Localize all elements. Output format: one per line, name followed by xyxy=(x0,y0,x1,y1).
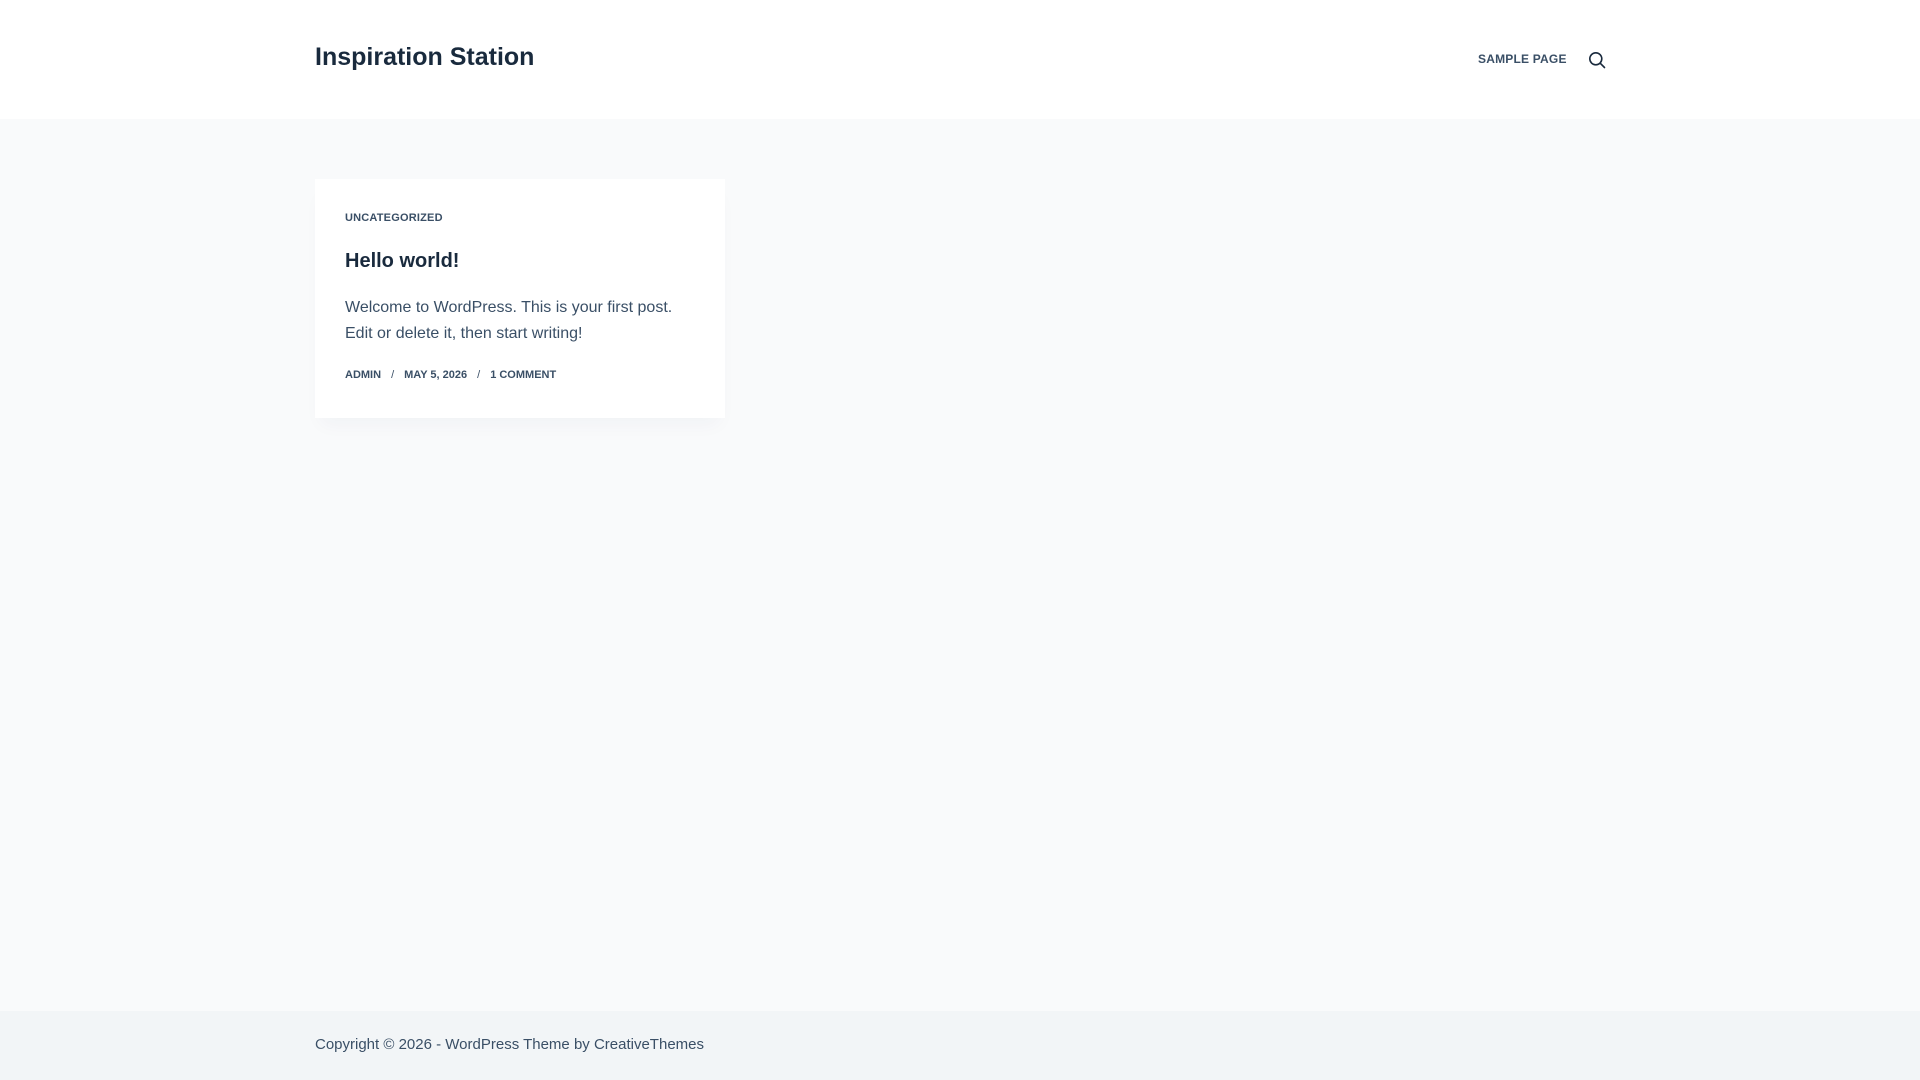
post-meta: ADMIN / MAY 5, 2026 / 1 COMMENT xyxy=(345,369,556,381)
meta-separator: / xyxy=(477,369,481,381)
post-title-link[interactable]: Hello world! xyxy=(345,250,459,273)
site-title-link[interactable]: Inspiration Station xyxy=(315,43,534,72)
search-icon-graphic xyxy=(1589,52,1606,69)
post-excerpt: Welcome to WordPress. This is your first… xyxy=(345,299,673,342)
nav-item-sample-page[interactable]: SAMPLE PAGE xyxy=(1478,52,1567,66)
post-date: MAY 5, 2026 xyxy=(404,369,468,381)
site-footer: Copyright © 2026 - WordPress Theme by Cr… xyxy=(0,1011,1920,1080)
search-icon[interactable] xyxy=(1588,51,1606,69)
footer-copyright-text: Copyright © 2026 - WordPress Theme by xyxy=(315,1036,594,1053)
footer-theme-author-link[interactable]: CreativeThemes xyxy=(594,1036,704,1053)
site-header: Inspiration Station SAMPLE PAGE xyxy=(0,0,1920,119)
footer-copyright: Copyright © 2026 - WordPress Theme by Cr… xyxy=(315,1036,704,1053)
post-author-link[interactable]: ADMIN xyxy=(345,369,381,381)
post-comments-link[interactable]: 1 COMMENT xyxy=(490,369,556,381)
meta-separator: / xyxy=(391,369,395,381)
post-category-link[interactable]: UNCATEGORIZED xyxy=(345,212,443,224)
post-card: UNCATEGORIZED Hello world! Welcome to Wo… xyxy=(315,179,725,418)
